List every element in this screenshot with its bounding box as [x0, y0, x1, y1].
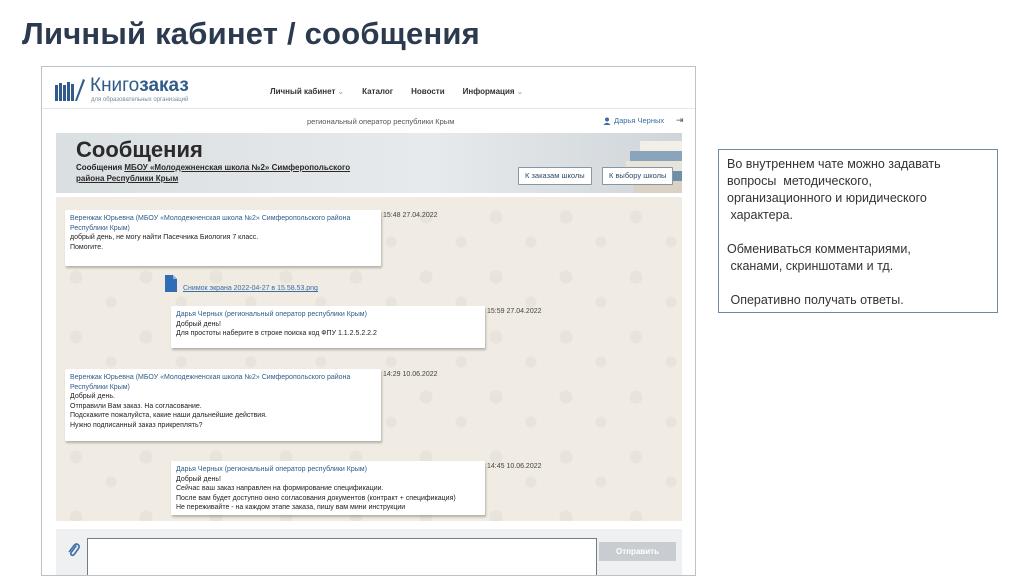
logo-tagline: для образовательных организаций — [91, 97, 189, 103]
note-line: Обмениваться комментариями, — [727, 242, 911, 256]
chat-area[interactable]: Веренжак Юрьевна (МБОУ «Молодежненская ш… — [56, 197, 682, 521]
nav-item-catalog[interactable]: Каталог — [362, 87, 393, 96]
user-icon — [603, 117, 611, 125]
message-time: 14:45 10.06.2022 — [487, 463, 542, 470]
nav-item-cabinet[interactable]: Личный кабинет ⌄ — [270, 87, 344, 96]
nav-item-news[interactable]: Новости — [411, 87, 445, 96]
slide-title: Личный кабинет / сообщения — [22, 16, 480, 51]
paperclip-icon[interactable] — [68, 542, 80, 558]
nav-item-info[interactable]: Информация ⌄ — [463, 87, 524, 96]
main-nav: Личный кабинет ⌄ Каталог Новости Информац… — [270, 87, 523, 96]
user-profile-link[interactable]: Дарья Черных — [603, 116, 664, 125]
message-time: 14:29 10.06.2022 — [383, 371, 438, 378]
chat-message: Веренжак Юрьевна (МБОУ «Молодежненская ш… — [65, 369, 381, 441]
chat-message: Дарья Черных (региональный оператор респ… — [171, 306, 485, 348]
message-line: Нужно подписанный заказ прикреплять? — [70, 421, 203, 429]
message-line: Добрый день. — [70, 393, 115, 400]
note-line: Во внутреннем чате можно задавать — [727, 157, 941, 171]
note-line: организационного и юридического — [727, 191, 927, 205]
message-author: Веренжак Юрьевна (МБОУ «Молодежненская ш… — [70, 215, 351, 232]
school-orders-button[interactable]: К заказам школы — [518, 167, 592, 185]
message-composer: Отправить — [56, 529, 682, 575]
logo-text: Книгозаказ — [90, 75, 189, 96]
file-attachment[interactable]: Снимок экрана 2022-04-27 в 15.58.53.png — [165, 275, 318, 292]
message-line: Подскажите пожалуйста, какие наши дальне… — [70, 412, 267, 419]
note-line: сканами, скриншотами и тд. — [727, 259, 894, 273]
logout-icon[interactable]: ⇥ — [676, 115, 684, 126]
message-author: Веренжак Юрьевна (МБОУ «Молодежненская ш… — [70, 374, 351, 391]
info-note: Во внутреннем чате можно задавать вопрос… — [718, 149, 998, 313]
message-line: Для простоты наберите в строке поиска ко… — [176, 330, 377, 337]
file-icon — [165, 275, 177, 292]
logo-books-icon — [55, 79, 85, 101]
message-line: Не переживайте - на каждом этапе заказа,… — [176, 504, 406, 511]
message-time: 15:48 27.04.2022 — [383, 212, 438, 219]
site-logo[interactable]: Книгозаказ для образовательных организац… — [54, 75, 214, 105]
region-label: региональный оператор республики Крым — [307, 117, 455, 126]
page-subtitle: Сообщения МБОУ «Молодежненская школа №2»… — [76, 163, 351, 183]
send-button[interactable]: Отправить — [599, 542, 676, 561]
message-line: Сейчас ваш заказ направлен на формирован… — [176, 485, 384, 492]
message-line: добрый день, не могу найти Пасечника Био… — [70, 234, 259, 241]
message-line: Добрый день! — [176, 475, 221, 483]
message-line: Отправили Вам заказ. На согласование. — [70, 402, 202, 410]
file-link[interactable]: Снимок экрана 2022-04-27 в 15.58.53.png — [183, 285, 318, 292]
message-line: Добрый день! — [176, 320, 221, 328]
chevron-down-icon: ⌄ — [516, 87, 524, 96]
page-banner: Сообщения Сообщения МБОУ «Молодежненская… — [56, 133, 682, 193]
school-choice-button[interactable]: К выбору школы — [602, 167, 674, 185]
chat-message: Веренжак Юрьевна (МБОУ «Молодежненская ш… — [65, 210, 381, 266]
message-input[interactable] — [87, 538, 597, 575]
note-line: Оперативно получать ответы. — [727, 293, 904, 307]
site-header: Книгозаказ для образовательных организац… — [42, 67, 695, 109]
note-line — [727, 224, 989, 241]
note-line — [727, 275, 989, 292]
browser-screenshot: Книгозаказ для образовательных организац… — [41, 66, 696, 576]
message-author: Дарья Черных (региональный оператор респ… — [176, 311, 367, 318]
chevron-down-icon: ⌄ — [337, 87, 345, 96]
chat-message: Дарья Черных (региональный оператор респ… — [171, 461, 485, 515]
message-time: 15:59 27.04.2022 — [487, 308, 542, 315]
message-line: После вам будет доступно окно согласован… — [176, 494, 456, 502]
note-line: вопросы методического, — [727, 174, 872, 188]
note-line: характера. — [727, 208, 793, 222]
user-name: Дарья Черных — [614, 116, 665, 125]
page-title: Сообщения — [76, 137, 203, 162]
message-line: Помогите. — [70, 243, 104, 251]
message-author: Дарья Черных (региональный оператор респ… — [176, 466, 367, 473]
region-bar: региональный оператор республики Крым Да… — [42, 110, 695, 130]
